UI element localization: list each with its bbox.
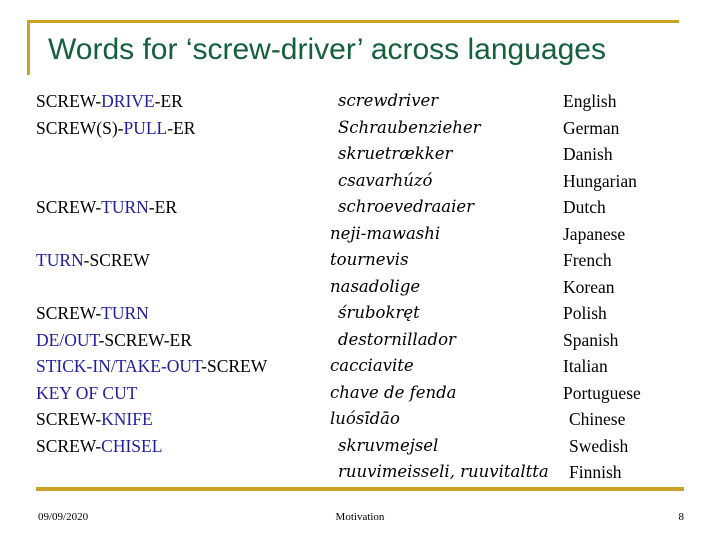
word-cell: nasadolige (330, 276, 421, 296)
morphology-cell: DE/OUT-SCREW-ER (36, 327, 326, 354)
slide: Words for ‘screw-driver’ across language… (0, 0, 720, 540)
table-row: ruuvimeisseli, ruuvitaltta Finnish (0, 459, 720, 486)
footer-page-number: 8 (678, 511, 685, 523)
table-row: SCREW-KNIFE luósīdāo Chinese (0, 406, 720, 433)
word-cell: destornillador (338, 329, 456, 349)
word-cell: cacciavite (330, 356, 414, 375)
morpheme-plain: SCREW- (36, 91, 102, 111)
word-cell: schroevedraaier (338, 197, 475, 216)
word-cell: śrubokręt (338, 303, 420, 322)
slide-title: Words for ‘screw-driver’ across language… (48, 33, 606, 66)
morphology-cell: SCREW-TURN (36, 300, 326, 327)
language-cell: Hungarian (563, 170, 637, 191)
word-cell: luósīdāo (330, 409, 400, 428)
table-row: neji-mawashi Japanese (0, 221, 720, 248)
language-cell: English (563, 91, 617, 111)
word-cell: ruuvimeisseli, ruuvitaltta (338, 462, 549, 481)
morpheme-highlight: KNIFE (101, 409, 153, 429)
language-cell: Spanish (563, 329, 619, 350)
language-cell: Danish (563, 144, 613, 164)
morpheme-plain: -ER (154, 91, 183, 111)
language-cell: Swedish (569, 435, 629, 456)
morphology-cell: STICK-IN/TAKE-OUT-SCREW (36, 353, 326, 380)
word-cell: tournevis (330, 250, 409, 269)
table-row: nasadolige Korean (0, 274, 720, 301)
language-cell: Japanese (563, 223, 626, 244)
morpheme-plain: -SCREW-ER (98, 329, 192, 350)
word-cell: skruetrækker (338, 144, 453, 163)
word-cell: csavarhúzó (338, 170, 433, 190)
morphology-cell: SCREW-CHISEL (36, 433, 326, 460)
table-row: SCREW(S)-PULL-ER Schraubenzieher German (0, 115, 720, 142)
language-table: SCREW-DRIVE-ER screwdriver English SCREW(S)… (0, 88, 720, 486)
morpheme-plain: SCREW(S)- (36, 117, 124, 138)
word-cell: neji-mawashi (330, 223, 441, 243)
language-cell: Polish (563, 303, 607, 323)
morpheme-highlight: TURN (101, 197, 149, 217)
morphology-cell: TURN-SCREW (36, 247, 326, 274)
morphology-cell: SCREW-KNIFE (36, 406, 326, 433)
table-row: csavarhúzó Hungarian (0, 168, 720, 195)
table-row: KEY OF CUT chave de fenda Portuguese (0, 380, 720, 407)
morpheme-plain: SCREW- (36, 435, 102, 456)
morpheme-highlight: DRIVE (101, 91, 155, 111)
table-row: skruetrækker Danish (0, 141, 720, 168)
word-cell: skruvmejsel (338, 435, 439, 455)
morphology-cell: SCREW-DRIVE-ER (36, 88, 326, 115)
morpheme-plain: -SCREW (83, 250, 150, 270)
morpheme-highlight: STICK-IN/TAKE-OUT (36, 356, 202, 376)
language-cell: Finnish (569, 462, 622, 482)
table-row: SCREW-CHISEL skruvmejsel Swedish (0, 433, 720, 460)
morphology-cell (36, 221, 326, 248)
table-row: DE/OUT-SCREW-ER destornillador Spanish (0, 327, 720, 354)
language-cell: Portuguese (563, 382, 641, 403)
morphology-cell (36, 274, 326, 301)
morpheme-plain: SCREW- (36, 409, 102, 429)
morphology-cell (36, 459, 326, 486)
footer-rule (36, 487, 684, 491)
morpheme-plain: -SCREW (201, 356, 268, 376)
language-cell: Chinese (569, 409, 626, 429)
morpheme-plain: SCREW- (36, 197, 102, 217)
morpheme-highlight: TURN (101, 303, 149, 323)
morpheme-plain: -ER (148, 197, 177, 217)
morpheme-highlight: TURN (36, 250, 84, 270)
table-row: SCREW-DRIVE-ER screwdriver English (0, 88, 720, 115)
morphology-cell: SCREW(S)-PULL-ER (36, 115, 326, 142)
language-cell: German (563, 117, 620, 138)
word-cell: screwdriver (338, 91, 439, 110)
title-left-rule (27, 20, 30, 75)
language-cell: Dutch (563, 197, 606, 217)
table-row: TURN-SCREW tournevis French (0, 247, 720, 274)
morphology-cell (36, 168, 326, 195)
table-row: STICK-IN/TAKE-OUT-SCREW cacciavite Italian (0, 353, 720, 380)
language-cell: Italian (563, 356, 608, 376)
word-cell: Schraubenzieher (338, 117, 481, 137)
morphology-cell (36, 141, 326, 168)
morpheme-highlight: CHISEL (101, 435, 163, 456)
morphology-cell: SCREW-TURN-ER (36, 194, 326, 221)
morphology-cell: KEY OF CUT (36, 380, 326, 407)
language-cell: Korean (563, 276, 615, 297)
title-top-rule (27, 20, 679, 23)
word-cell: chave de fenda (330, 382, 457, 402)
table-row: SCREW-TURN-ER schroevedraaier Dutch (0, 194, 720, 221)
language-cell: French (563, 250, 612, 270)
morpheme-highlight: PULL (123, 117, 168, 138)
morpheme-plain: -ER (167, 117, 196, 138)
morpheme-highlight: DE/OUT (36, 329, 99, 350)
morpheme-highlight: KEY OF CUT (36, 382, 138, 403)
morpheme-plain: SCREW- (36, 303, 102, 323)
table-row: SCREW-TURN śrubokręt Polish (0, 300, 720, 327)
